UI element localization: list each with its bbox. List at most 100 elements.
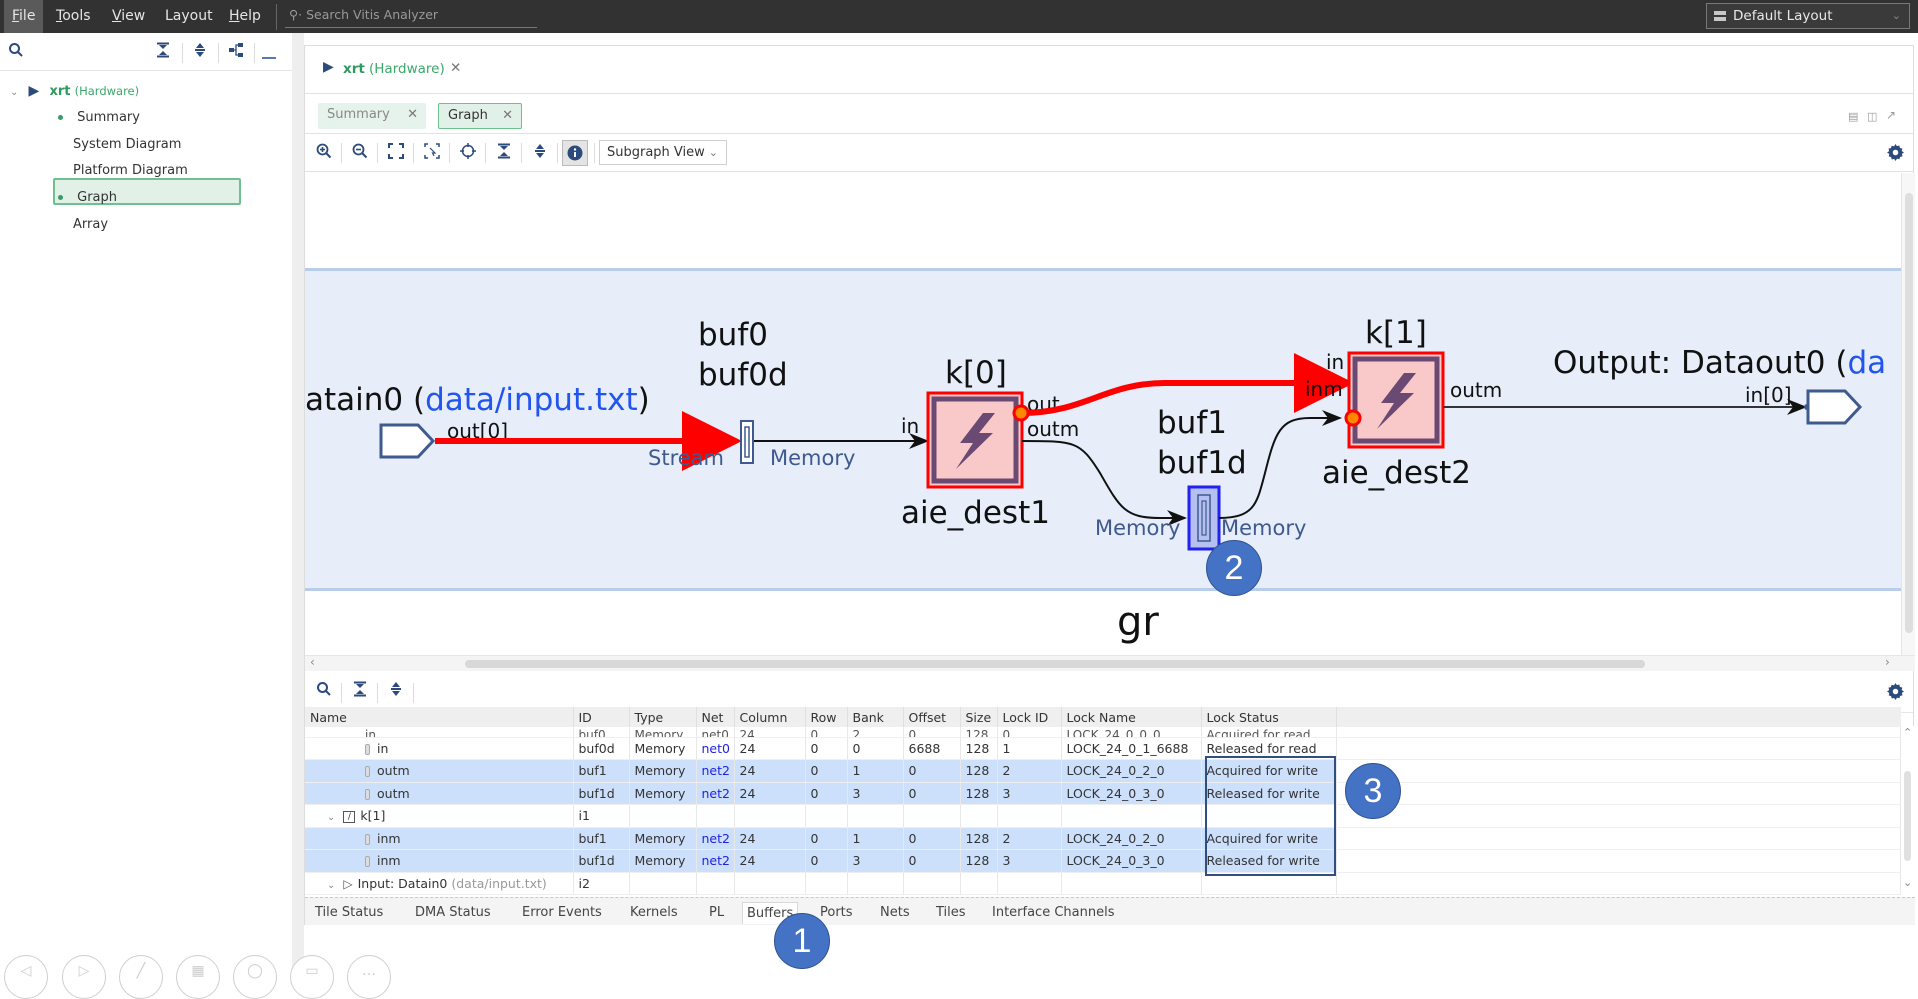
scroll-right-icon[interactable]: › bbox=[1885, 655, 1890, 669]
col-header-net[interactable]: Net bbox=[696, 707, 735, 727]
table-row[interactable]: ⌄ / k[1] i1 bbox=[305, 804, 1901, 828]
zoom-in-icon[interactable] bbox=[313, 143, 335, 165]
float-window-icon[interactable]: ↗ bbox=[1886, 108, 1896, 122]
cell-net[interactable]: net2 bbox=[696, 759, 735, 783]
more-icon[interactable]: … bbox=[347, 955, 391, 999]
sidebar-item-graph[interactable]: Graph bbox=[58, 187, 117, 209]
col-header-lock-name[interactable]: Lock Name bbox=[1061, 707, 1202, 727]
col-header-lock-status[interactable]: Lock Status bbox=[1201, 707, 1337, 727]
settings-gear-icon[interactable] bbox=[1887, 144, 1904, 165]
tab-pl[interactable]: PL bbox=[705, 902, 728, 924]
col-header-row[interactable]: Row bbox=[805, 707, 848, 727]
slides-icon[interactable]: ▦ bbox=[176, 955, 220, 999]
cell-net[interactable]: net2 bbox=[696, 782, 735, 805]
col-header-column[interactable]: Column bbox=[734, 707, 806, 727]
scroll-thumb[interactable] bbox=[1904, 771, 1911, 861]
chevron-down-icon[interactable]: ⌄ bbox=[327, 880, 335, 891]
menu-view[interactable]: View bbox=[104, 0, 153, 33]
split-vertical-icon[interactable]: ◫ bbox=[1867, 110, 1877, 123]
table-row[interactable]: outm buf1 Memory net2 24 0 1 0 128 2 LOCK_24_0_2_0… bbox=[305, 759, 1901, 783]
table-row[interactable]: in buf0 Memory net0 24 0 2 0 128 0 LOCK_24_0_0_0 Ac… bbox=[305, 727, 1901, 738]
table-row[interactable]: ⌄ ▷ Input: Datain0 (data/input.txt) i2 bbox=[305, 872, 1901, 895]
col-header-type[interactable]: Type bbox=[629, 707, 697, 727]
sidebar-item-system-diagram[interactable]: System Diagram bbox=[73, 134, 181, 156]
hierarchy-icon[interactable] bbox=[226, 42, 246, 62]
fit-view-icon[interactable] bbox=[385, 143, 407, 165]
tree-root-xrt[interactable]: ⌄ ▶ xrt (Hardware) bbox=[10, 80, 139, 102]
col-header-bank[interactable]: Bank bbox=[847, 707, 904, 727]
search-vitis-input[interactable]: ⚲· Search Vitis Analyzer bbox=[285, 4, 537, 28]
menu-file[interactable]: File bbox=[4, 0, 44, 33]
play-icon[interactable]: ▷ bbox=[62, 955, 106, 999]
zoom-selection-icon[interactable] bbox=[421, 143, 443, 165]
menu-help[interactable]: Help bbox=[221, 0, 269, 33]
collapse-all-icon[interactable] bbox=[493, 143, 515, 165]
tab-kernels[interactable]: Kernels bbox=[626, 902, 682, 924]
collapse-all-icon[interactable] bbox=[349, 681, 371, 703]
table-settings-gear-icon[interactable] bbox=[1887, 683, 1904, 704]
tab-graph[interactable]: Graph ✕ bbox=[438, 103, 522, 129]
tab-tiles[interactable]: Tiles bbox=[932, 902, 970, 924]
tab-error-events[interactable]: Error Events bbox=[518, 902, 606, 924]
zoom-out-icon[interactable] bbox=[349, 143, 371, 165]
crosshair-icon[interactable] bbox=[457, 143, 479, 165]
table-row[interactable]: inm buf1d Memory net2 24 0 3 0 128 3 LOCK_24_0_3_0… bbox=[305, 849, 1901, 873]
kernel-k1[interactable] bbox=[1347, 351, 1445, 449]
collapse-all-icon[interactable] bbox=[153, 42, 173, 62]
scroll-up-icon[interactable]: ⌃ bbox=[1903, 726, 1912, 739]
buffer-icon-buf1-selected[interactable] bbox=[1187, 485, 1221, 551]
layout-select[interactable]: Default Layout ⌄ bbox=[1706, 3, 1910, 29]
cell-net[interactable]: net0 bbox=[696, 737, 735, 760]
close-run-icon[interactable]: ✕ bbox=[450, 60, 461, 76]
tab-tile-status[interactable]: Tile Status bbox=[311, 902, 387, 924]
search-icon[interactable] bbox=[6, 42, 26, 62]
table-row[interactable]: in buf0d Memory net0 24 0 0 6688 128 1 LOCK_24_0_1… bbox=[305, 737, 1901, 760]
expand-all-icon[interactable] bbox=[529, 143, 551, 165]
search-icon[interactable] bbox=[313, 681, 335, 703]
minimize-icon[interactable] bbox=[262, 45, 282, 65]
graph-canvas[interactable]: atain0 (data/input.txt) out[0] buf0 buf0… bbox=[305, 173, 1901, 655]
table-row[interactable]: inm buf1 Memory net2 24 0 1 0 128 2 LOCK_24_0_2_0 A… bbox=[305, 827, 1901, 850]
tab-interface-channels[interactable]: Interface Channels bbox=[988, 902, 1118, 924]
sidebar-item-platform-diagram[interactable]: Platform Diagram bbox=[73, 160, 188, 182]
col-header-offset[interactable]: Offset bbox=[903, 707, 961, 727]
col-header-size[interactable]: Size bbox=[960, 707, 998, 727]
chevron-down-icon[interactable]: ⌄ bbox=[327, 812, 335, 823]
expand-all-icon[interactable] bbox=[385, 681, 407, 703]
zoom-icon[interactable]: ◯ bbox=[233, 955, 277, 999]
tab-summary[interactable]: Summary ✕ bbox=[318, 103, 426, 129]
col-header-lock-id[interactable]: Lock ID bbox=[997, 707, 1062, 727]
col-header-name[interactable]: Name bbox=[305, 707, 574, 727]
split-horizontal-icon[interactable]: ▤ bbox=[1848, 110, 1858, 123]
graph-vertical-scrollbar[interactable] bbox=[1901, 173, 1915, 655]
sidebar-item-array[interactable]: Array bbox=[73, 214, 108, 236]
buffer-icon-buf0[interactable] bbox=[740, 420, 754, 464]
sidebar-item-summary[interactable]: Summary bbox=[58, 107, 140, 129]
panel-splitter[interactable] bbox=[292, 33, 304, 974]
info-toggle-icon[interactable] bbox=[562, 140, 588, 166]
table-row[interactable]: outm buf1d Memory net2 24 0 3 0 128 3 LOCK_24_0_3_… bbox=[305, 782, 1901, 805]
col-header-id[interactable]: ID bbox=[573, 707, 630, 727]
cell-lock-name: LOCK_24_0_2_0 bbox=[1061, 827, 1202, 850]
back-icon[interactable]: ◁ bbox=[4, 955, 48, 999]
menu-layout[interactable]: Layout bbox=[157, 0, 221, 33]
graph-horizontal-scrollbar[interactable]: ‹ › bbox=[305, 655, 1915, 671]
menu-tools[interactable]: Tools bbox=[48, 0, 99, 33]
cell-net[interactable]: net2 bbox=[696, 827, 735, 850]
scroll-down-icon[interactable]: ⌄ bbox=[1903, 876, 1912, 889]
screen-icon[interactable]: ▭ bbox=[290, 955, 334, 999]
input-port-shape[interactable] bbox=[379, 423, 436, 459]
scroll-left-icon[interactable]: ‹ bbox=[310, 655, 315, 669]
output-port-shape[interactable] bbox=[1806, 389, 1863, 425]
subgraph-view-select[interactable]: Subgraph View ⌄ bbox=[599, 140, 727, 165]
scroll-thumb[interactable] bbox=[465, 660, 1645, 668]
expand-all-icon[interactable] bbox=[190, 42, 210, 62]
close-tab-icon[interactable]: ✕ bbox=[407, 103, 418, 127]
cell-net[interactable]: net2 bbox=[696, 849, 735, 873]
pen-icon[interactable]: ╱ bbox=[119, 955, 163, 999]
tab-nets[interactable]: Nets bbox=[876, 902, 914, 924]
chevron-down-icon[interactable]: ⌄ bbox=[10, 87, 18, 98]
kernel-k0[interactable] bbox=[926, 391, 1024, 489]
tab-dma-status[interactable]: DMA Status bbox=[411, 902, 495, 924]
close-tab-icon[interactable]: ✕ bbox=[502, 104, 513, 128]
